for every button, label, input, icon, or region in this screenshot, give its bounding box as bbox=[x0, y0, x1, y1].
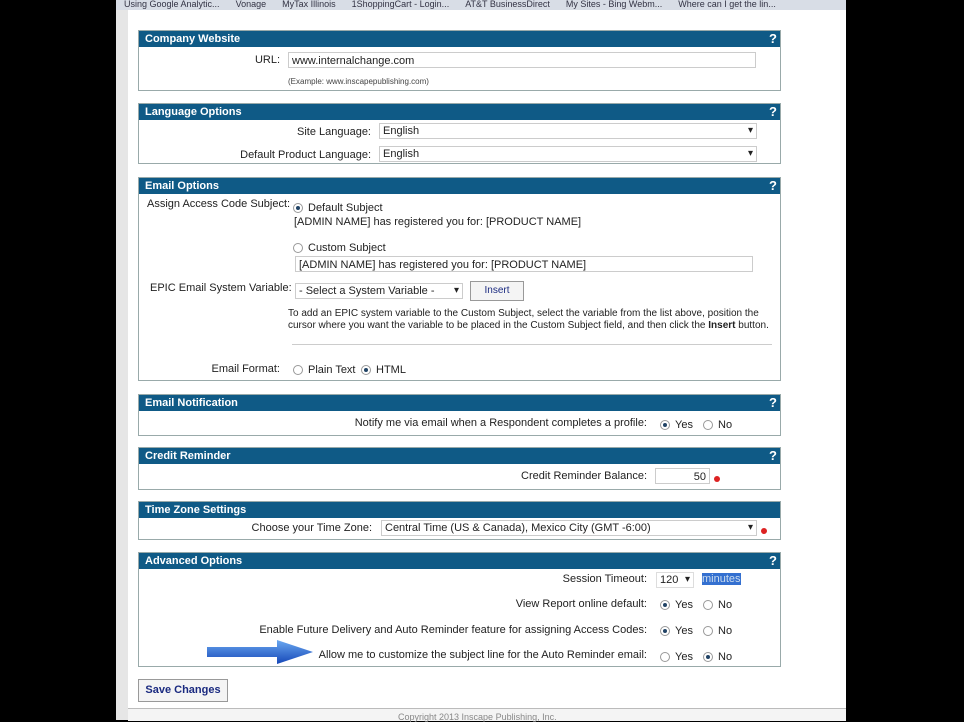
site-language-select[interactable]: English bbox=[379, 123, 757, 139]
bookmark[interactable]: Vonage bbox=[236, 0, 267, 9]
section-title: Advanced Options bbox=[145, 555, 243, 567]
report-yes-radio[interactable]: Yes bbox=[660, 599, 693, 611]
notify-no-radio[interactable]: No bbox=[703, 419, 732, 431]
divider bbox=[292, 344, 772, 345]
settings-page: Company Website? URL: www.internalchange… bbox=[116, 10, 846, 722]
section-title: Credit Reminder bbox=[145, 450, 231, 462]
section-title: Language Options bbox=[145, 106, 242, 118]
custom-subject-radio[interactable]: Custom Subject bbox=[293, 242, 386, 254]
html-radio[interactable]: HTML bbox=[361, 364, 406, 376]
plain-text-radio[interactable]: Plain Text bbox=[293, 364, 356, 376]
time-zone-section: Time Zone Settings Choose your Time Zone… bbox=[138, 501, 781, 540]
required-icon bbox=[714, 476, 720, 482]
credit-reminder-section: Credit Reminder? Credit Reminder Balance… bbox=[138, 447, 781, 490]
radio-label: Default Subject bbox=[308, 202, 383, 214]
product-language-label: Default Product Language: bbox=[240, 149, 371, 161]
report-no-radio[interactable]: No bbox=[703, 599, 732, 611]
bookmarks-bar: Using Google Analytic... Vonage MyTax Illi… bbox=[116, 0, 846, 10]
future-no-radio[interactable]: No bbox=[703, 625, 732, 637]
customize-no-radio[interactable]: No bbox=[703, 651, 732, 663]
bookmark[interactable]: MyTax Illinois bbox=[282, 0, 336, 9]
notify-yes-radio[interactable]: Yes bbox=[660, 419, 693, 431]
bookmark[interactable]: Where can I get the lin... bbox=[678, 0, 776, 9]
customize-yes-radio[interactable]: Yes bbox=[660, 651, 693, 663]
credit-balance-label: Credit Reminder Balance: bbox=[521, 470, 647, 482]
bookmark[interactable]: My Sites - Bing Webm... bbox=[566, 0, 662, 9]
notify-label: Notify me via email when a Respondent co… bbox=[354, 417, 647, 429]
company-website-section: Company Website? URL: www.internalchange… bbox=[138, 30, 781, 91]
session-timeout-select[interactable]: 120 bbox=[656, 572, 694, 588]
insert-button[interactable]: Insert bbox=[470, 281, 524, 301]
future-yes-radio[interactable]: Yes bbox=[660, 625, 693, 637]
customize-subject-label: Allow me to customize the subject line f… bbox=[318, 649, 647, 661]
help-text: To add an EPIC system variable to the Cu… bbox=[288, 308, 759, 319]
required-icon bbox=[761, 528, 767, 534]
variable-label: EPIC Email System Variable: bbox=[150, 282, 292, 294]
help-icon[interactable]: ? bbox=[769, 104, 777, 120]
credit-balance-input[interactable]: 50 bbox=[655, 468, 710, 484]
time-zone-select[interactable]: Central Time (US & Canada), Mexico City … bbox=[381, 520, 757, 536]
section-title: Company Website bbox=[145, 33, 241, 45]
default-subject-text: [ADMIN NAME] has registered you for: [PR… bbox=[294, 216, 582, 228]
help-icon[interactable]: ? bbox=[769, 31, 777, 47]
email-options-section: Email Options? Assign Access Code Subjec… bbox=[138, 177, 781, 381]
advanced-options-section: Advanced Options? Session Timeout: 120 m… bbox=[138, 552, 781, 667]
custom-subject-input[interactable]: [ADMIN NAME] has registered you for: [PR… bbox=[295, 256, 753, 272]
future-delivery-label: Enable Future Delivery and Auto Reminder… bbox=[259, 624, 647, 636]
bookmark[interactable]: AT&T BusinessDirect bbox=[465, 0, 550, 9]
subject-label: Assign Access Code Subject: bbox=[147, 198, 291, 210]
help-icon[interactable]: ? bbox=[769, 553, 777, 569]
site-language-label: Site Language: bbox=[296, 126, 371, 138]
url-label: URL: bbox=[254, 54, 280, 66]
email-notification-section: Email Notification? Notify me via email … bbox=[138, 394, 781, 436]
section-title: Time Zone Settings bbox=[145, 504, 247, 516]
default-subject-radio[interactable]: Default Subject bbox=[293, 202, 383, 214]
url-input[interactable]: www.internalchange.com bbox=[288, 52, 756, 68]
section-title: Email Options bbox=[145, 180, 219, 192]
time-zone-label: Choose your Time Zone: bbox=[251, 522, 372, 534]
timeout-unit-label: minutes bbox=[702, 573, 741, 585]
email-format-label: Email Format: bbox=[211, 363, 280, 375]
help-icon[interactable]: ? bbox=[769, 178, 777, 194]
bookmark[interactable]: 1ShoppingCart - Login... bbox=[352, 0, 450, 9]
help-text: cursor where you want the variable to be… bbox=[288, 320, 769, 331]
language-options-section: Language Options? Site Language: English… bbox=[138, 103, 781, 164]
section-title: Email Notification bbox=[145, 397, 238, 409]
product-language-select[interactable]: English bbox=[379, 146, 757, 162]
system-variable-select[interactable]: - Select a System Variable - bbox=[295, 283, 463, 299]
bookmark[interactable]: Using Google Analytic... bbox=[124, 0, 220, 9]
help-icon[interactable]: ? bbox=[769, 395, 777, 411]
help-icon[interactable]: ? bbox=[769, 448, 777, 464]
url-example: (Example: www.inscapepublishing.com) bbox=[288, 77, 429, 86]
session-timeout-label: Session Timeout: bbox=[562, 573, 647, 585]
save-changes-button[interactable]: Save Changes bbox=[138, 679, 228, 702]
footer-copyright: Copyright 2013 Inscape Publishing, Inc. bbox=[398, 712, 557, 722]
arrow-annotation-icon bbox=[207, 640, 313, 664]
view-report-label: View Report online default: bbox=[515, 598, 647, 610]
radio-label: Custom Subject bbox=[308, 242, 386, 254]
